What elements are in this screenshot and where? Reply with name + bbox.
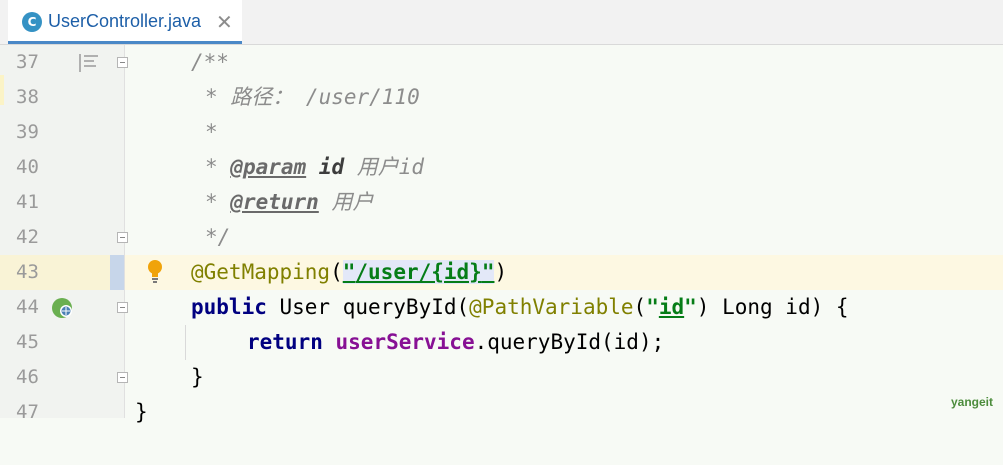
code-line-46[interactable]: }	[0, 360, 1003, 395]
code-line-42[interactable]: */	[0, 220, 1003, 255]
javadoc-param-name: id	[318, 155, 345, 179]
return-keyword: return	[247, 330, 323, 354]
tab-title: UserController.java	[48, 11, 202, 31]
javadoc-param-description: 用户id	[356, 155, 425, 179]
doc-comment-text: * 路径： /user/110	[205, 85, 420, 109]
doc-comment-star: *	[205, 155, 231, 179]
code-line-44[interactable]: public User queryById(@PathVariable("id"…	[0, 290, 1003, 325]
method-call: .queryById(id);	[474, 330, 665, 354]
doc-comment-open: /**	[191, 50, 229, 74]
code-line-37[interactable]: /**	[0, 45, 1003, 80]
userservice-field: userService	[335, 330, 475, 354]
editor-tab-bar: C UserController.java ✕	[0, 0, 1003, 45]
public-keyword: public	[191, 295, 267, 319]
javadoc-param-tag: @param	[230, 155, 307, 179]
code-line-41[interactable]: * @return 用户	[0, 185, 1003, 220]
mapping-path-string: /user/{id}	[355, 260, 482, 284]
code-line-43[interactable]: @GetMapping("/user/{id}")	[0, 255, 1003, 290]
code-line-39[interactable]: *	[0, 115, 1003, 150]
doc-comment-star: *	[205, 190, 231, 214]
method-params-rest: ) Long id) {	[696, 295, 849, 319]
code-line-45[interactable]: return userService.queryById(id);	[0, 325, 1003, 360]
getmapping-annotation: @GetMapping	[191, 260, 331, 284]
method-signature: User queryById(	[266, 295, 470, 319]
tab-usercontroller[interactable]: C UserController.java ✕	[8, 0, 242, 44]
javadoc-return-tag: @return	[230, 190, 319, 214]
pathvariable-name-string: id	[658, 295, 685, 319]
doc-comment-close: */	[205, 225, 231, 249]
pathvariable-annotation: @PathVariable	[469, 295, 634, 319]
closing-brace: }	[191, 365, 204, 389]
java-class-icon: C	[22, 12, 42, 32]
javadoc-return-description: 用户	[331, 190, 374, 214]
watermark: yangeit	[950, 395, 993, 409]
code-line-38[interactable]: * 路径： /user/110	[0, 80, 1003, 115]
class-closing-brace: }	[135, 400, 148, 424]
code-line-40[interactable]: * @param id 用户id	[0, 150, 1003, 185]
doc-comment-text: *	[205, 120, 218, 144]
code-line-47[interactable]: }	[0, 395, 1003, 430]
close-icon[interactable]: ✕	[216, 10, 233, 34]
